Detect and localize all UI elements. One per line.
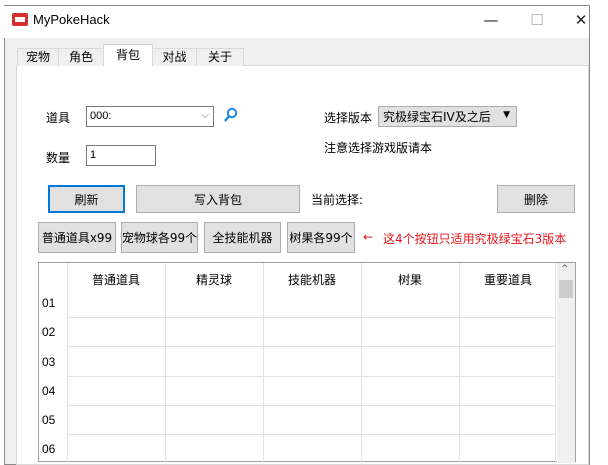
app-icon xyxy=(12,13,28,26)
tab-character[interactable]: 角色 xyxy=(58,48,104,66)
current-selection-label: 当前选择: xyxy=(311,193,364,207)
version-note: 注意选择游戏版请本 xyxy=(324,141,433,155)
row-header: 06 xyxy=(42,442,56,456)
normal-items-button[interactable]: 普通道具x99 xyxy=(38,222,116,253)
row-header: 03 xyxy=(42,355,56,369)
version-label: 选择版本 xyxy=(324,111,373,125)
window-title: MyPokeHack xyxy=(33,12,110,27)
tab-pets[interactable]: 宠物 xyxy=(17,48,59,66)
row-header: 01 xyxy=(42,296,56,310)
all-tms-button[interactable]: 全技能机器 xyxy=(204,222,281,253)
row-header: 05 xyxy=(42,413,56,427)
row-header: 04 xyxy=(42,384,56,398)
tab-bag[interactable]: 背包 xyxy=(103,44,153,66)
delete-button[interactable]: 删除 xyxy=(497,185,575,213)
refresh-button[interactable]: 刷新 xyxy=(48,185,125,213)
column-header[interactable]: 技能机器 xyxy=(263,271,361,288)
berries-button[interactable]: 树果各99个 xyxy=(287,222,355,253)
balls-button[interactable]: 宠物球各99个 xyxy=(121,222,198,253)
minimize-button[interactable]: — xyxy=(476,8,506,32)
tab-battle[interactable]: 对战 xyxy=(152,48,197,66)
arrow-left-icon: ← xyxy=(363,230,374,244)
close-button[interactable]: ✕ xyxy=(566,8,596,32)
version-select[interactable]: 究极绿宝石IV及之后 ▼ xyxy=(378,106,517,127)
row-header: 02 xyxy=(42,325,56,339)
hint-text: 这4个按钮只适用究极绿宝石3版本 xyxy=(383,232,567,246)
quantity-input[interactable]: 1 xyxy=(86,145,156,166)
items-grid[interactable]: 普通道具 精灵球 技能机器 树果 重要道具 01 02 03 04 05 06 … xyxy=(38,262,576,463)
write-bag-button[interactable]: 写入背包 xyxy=(136,185,300,213)
column-header[interactable]: 普通道具 xyxy=(67,271,165,288)
version-value: 究极绿宝石IV及之后 xyxy=(383,110,491,124)
dropdown-arrow-icon: ▼ xyxy=(503,110,510,120)
chevron-down-icon: ⌵ xyxy=(201,110,209,121)
scrollbar-thumb[interactable] xyxy=(559,280,573,298)
column-header[interactable]: 重要道具 xyxy=(459,271,557,288)
tab-about[interactable]: 关于 xyxy=(196,48,244,66)
scroll-up-icon[interactable]: ^ xyxy=(561,264,569,274)
quantity-label: 数量 xyxy=(46,151,71,165)
item-combobox[interactable]: 000: ⌵ xyxy=(86,106,214,127)
maximize-button[interactable]: ☐ xyxy=(522,8,552,32)
item-label: 道具 xyxy=(46,111,71,125)
item-value: 000: xyxy=(90,110,112,122)
search-icon[interactable] xyxy=(222,107,238,123)
column-header[interactable]: 树果 xyxy=(361,271,459,288)
vertical-scrollbar[interactable]: ^ xyxy=(557,263,575,463)
column-header[interactable]: 精灵球 xyxy=(165,271,263,288)
